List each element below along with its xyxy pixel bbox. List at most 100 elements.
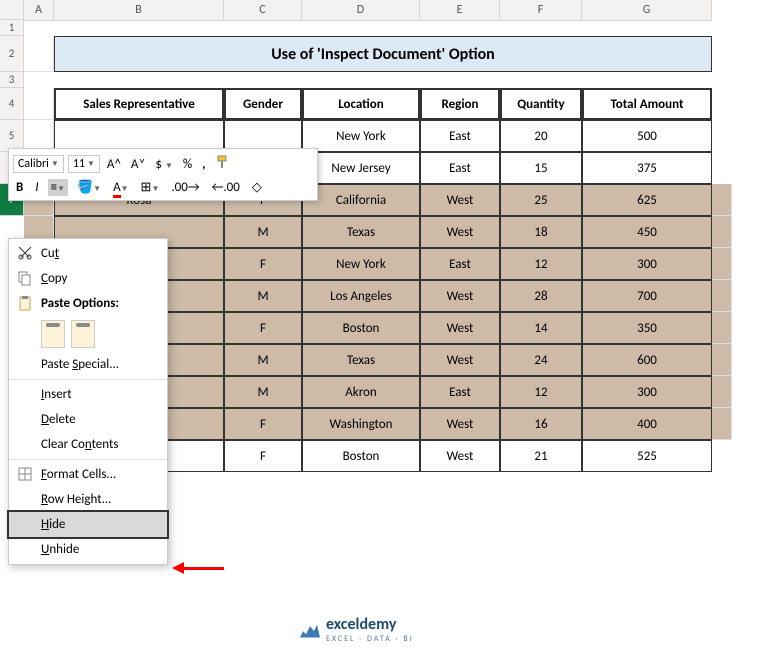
cell[interactable]: 28 xyxy=(500,280,582,312)
cell[interactable]: 24 xyxy=(500,344,582,376)
percent-format-icon[interactable]: % xyxy=(180,156,195,173)
cell[interactable]: Boston xyxy=(302,440,420,472)
font-selector[interactable]: Calibri▼ xyxy=(13,155,64,173)
cell[interactable]: 375 xyxy=(582,152,712,184)
cell[interactable]: East xyxy=(420,120,500,152)
col-D[interactable]: D xyxy=(302,0,420,21)
cell[interactable]: East xyxy=(420,248,500,280)
menu-delete[interactable]: Delete xyxy=(9,407,167,432)
cell[interactable]: M xyxy=(224,280,302,312)
accounting-format-icon[interactable]: $ ▼ xyxy=(152,156,175,173)
cell[interactable]: M xyxy=(224,216,302,248)
select-all-corner[interactable] xyxy=(0,0,24,20)
paste-option-1[interactable] xyxy=(41,320,65,348)
menu-insert[interactable]: Insert xyxy=(9,382,167,407)
red-arrow-annotation xyxy=(172,562,224,574)
clear-format-icon[interactable]: ◇ xyxy=(249,179,265,196)
cell[interactable]: 500 xyxy=(582,120,712,152)
menu-unhide[interactable]: Unhide xyxy=(9,537,167,562)
cell[interactable]: West xyxy=(420,184,500,216)
decrease-font-icon[interactable]: A˅ xyxy=(128,156,149,173)
bold-icon[interactable]: B xyxy=(13,179,26,196)
cell[interactable]: West xyxy=(420,344,500,376)
cell[interactable]: 300 xyxy=(582,376,712,408)
font-color-icon[interactable]: A▼ xyxy=(110,179,131,196)
cell[interactable]: New Jersey xyxy=(302,152,420,184)
cell[interactable]: Texas xyxy=(302,216,420,248)
cell[interactable]: Akron xyxy=(302,376,420,408)
menu-clear[interactable]: Clear Contents xyxy=(9,432,167,457)
paste-option-2[interactable] xyxy=(71,320,95,348)
cell[interactable]: New York xyxy=(302,120,420,152)
cell[interactable]: East xyxy=(420,376,500,408)
cell[interactable]: F xyxy=(224,440,302,472)
cell[interactable]: 350 xyxy=(582,312,712,344)
cell[interactable]: 700 xyxy=(582,280,712,312)
row-2[interactable]: 2 xyxy=(0,36,24,72)
cell[interactable]: 20 xyxy=(500,120,582,152)
increase-font-icon[interactable]: A^ xyxy=(104,156,124,173)
cell[interactable]: West xyxy=(420,440,500,472)
italic-icon[interactable]: I xyxy=(32,179,41,196)
cell[interactable]: 625 xyxy=(582,184,712,216)
cell[interactable]: M xyxy=(224,344,302,376)
context-menu: Cut Copy Paste Options: Paste Special...… xyxy=(8,238,168,565)
cell[interactable]: Los Angeles xyxy=(302,280,420,312)
cell[interactable]: 600 xyxy=(582,344,712,376)
header-gender: Gender xyxy=(224,88,302,120)
cell[interactable]: East xyxy=(420,152,500,184)
row-1[interactable]: 1 xyxy=(0,20,24,36)
cell[interactable]: Texas xyxy=(302,344,420,376)
cell[interactable]: New York xyxy=(302,248,420,280)
cell[interactable]: Boston xyxy=(302,312,420,344)
paste-options-row xyxy=(9,316,167,352)
cell[interactable]: 16 xyxy=(500,408,582,440)
format-painter-icon[interactable] xyxy=(213,153,235,175)
cell[interactable]: West xyxy=(420,216,500,248)
align-icon[interactable]: ≡▼ xyxy=(48,179,68,196)
menu-format-cells[interactable]: Format Cells... xyxy=(9,462,167,487)
cell[interactable]: 450 xyxy=(582,216,712,248)
cell[interactable]: M xyxy=(224,376,302,408)
cell[interactable]: 21 xyxy=(500,440,582,472)
cell[interactable]: 25 xyxy=(500,184,582,216)
cell[interactable]: 18 xyxy=(500,216,582,248)
cell[interactable]: 300 xyxy=(582,248,712,280)
mini-toolbar: Calibri▼ 11▼ A^ A˅ $ ▼ % , B I ≡▼ 🪣▼ A▼ … xyxy=(8,148,318,201)
menu-paste-special[interactable]: Paste Special... xyxy=(9,352,167,377)
font-size-selector[interactable]: 11▼ xyxy=(68,155,100,173)
col-F[interactable]: F xyxy=(500,0,582,21)
col-C[interactable]: C xyxy=(224,0,302,21)
menu-cut[interactable]: Cut xyxy=(9,241,167,266)
cell[interactable]: 15 xyxy=(500,152,582,184)
cell[interactable]: West xyxy=(420,280,500,312)
cell[interactable]: F xyxy=(224,312,302,344)
fill-color-icon[interactable]: 🪣▼ xyxy=(74,179,104,196)
cell[interactable]: West xyxy=(420,408,500,440)
cell[interactable]: Washington xyxy=(302,408,420,440)
col-E[interactable]: E xyxy=(420,0,500,21)
increase-decimal-icon[interactable]: .00→ xyxy=(168,179,202,196)
row-3[interactable]: 3 xyxy=(0,72,24,88)
decrease-decimal-icon[interactable]: ←.00 xyxy=(209,179,243,196)
menu-hide[interactable]: Hide xyxy=(9,512,167,537)
comma-format-icon[interactable]: , xyxy=(199,156,208,173)
cell[interactable]: 14 xyxy=(500,312,582,344)
exceldemy-logo: exceldemy EXCEL · DATA · BI xyxy=(300,615,414,644)
cell[interactable]: 12 xyxy=(500,248,582,280)
cell[interactable]: F xyxy=(224,408,302,440)
cell[interactable]: 525 xyxy=(582,440,712,472)
cell[interactable]: F xyxy=(224,248,302,280)
cell[interactable]: California xyxy=(302,184,420,216)
col-B[interactable]: B xyxy=(54,0,224,21)
header-total: Total Amount xyxy=(582,88,712,120)
col-G[interactable]: G xyxy=(582,0,712,21)
col-A[interactable]: A xyxy=(24,0,54,21)
cell[interactable]: 400 xyxy=(582,408,712,440)
row-4[interactable]: 4 xyxy=(0,88,24,120)
menu-copy[interactable]: Copy xyxy=(9,266,167,291)
borders-icon[interactable]: ⊞▼ xyxy=(138,179,163,196)
cell[interactable]: West xyxy=(420,312,500,344)
cell[interactable]: 12 xyxy=(500,376,582,408)
menu-row-height[interactable]: Row Height... xyxy=(9,487,167,512)
